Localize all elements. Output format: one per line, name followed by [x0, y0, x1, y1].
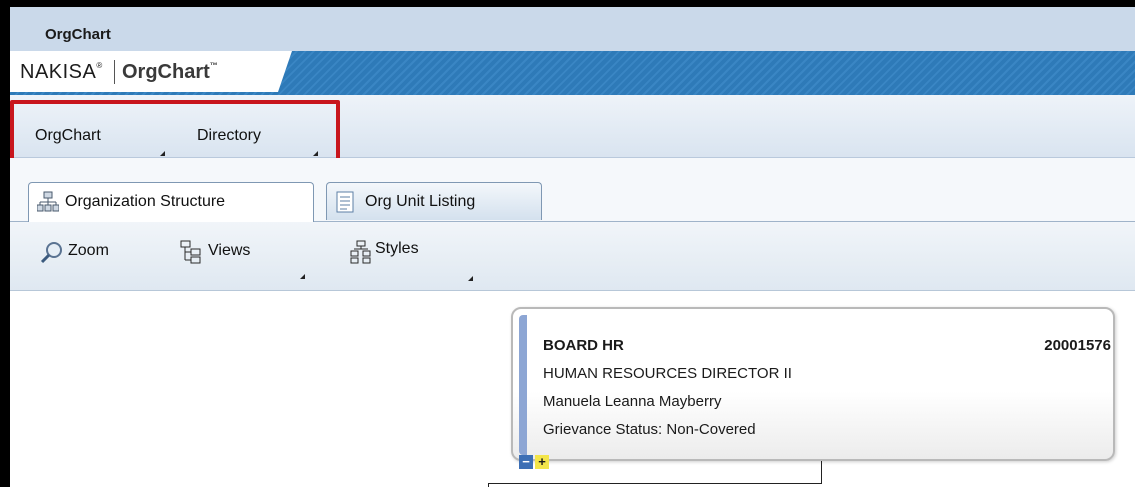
position-title: HUMAN RESOURCES DIRECTOR II: [543, 365, 792, 382]
tab-label: Organization Structure: [65, 193, 226, 210]
document-list-icon: [336, 191, 354, 213]
tree-views-icon[interactable]: [180, 240, 202, 264]
chevron-down-icon[interactable]: [300, 274, 305, 279]
connector-line: [488, 483, 489, 487]
org-structure-icon: [37, 191, 59, 212]
person-name: Manuela Leanna Mayberry: [543, 393, 722, 410]
chevron-down-icon[interactable]: [468, 276, 473, 281]
styles-hierarchy-icon[interactable]: [350, 240, 372, 264]
title-bar: OrgChart: [10, 7, 1135, 51]
expand-button[interactable]: +: [535, 455, 549, 469]
tab-org-unit-listing[interactable]: Org Unit Listing: [326, 182, 542, 220]
tab-strip: Organization Structure Org Unit Listing: [10, 158, 1135, 222]
brand-bar: NAKISA® OrgChart™: [10, 51, 1135, 95]
brand-name: NAKISA: [20, 61, 97, 83]
zoom-button[interactable]: Zoom: [68, 242, 109, 260]
tab-organization-structure[interactable]: Organization Structure: [28, 182, 314, 222]
brand-logo: NAKISA® OrgChart™: [10, 51, 292, 92]
registered-mark: ®: [96, 61, 103, 70]
grievance-status: Grievance Status: Non-Covered: [543, 421, 756, 438]
tab-label: Org Unit Listing: [365, 193, 476, 210]
card-accent-bar: [519, 315, 527, 455]
app-window: OrgChart NAKISA® OrgChart™ OrgChart Dire…: [0, 0, 1135, 487]
styles-button[interactable]: Styles: [375, 240, 419, 258]
connector-line: [821, 461, 822, 483]
logo-divider: [114, 60, 115, 84]
chart-toolbar: Zoom Views Styles: [10, 222, 1135, 291]
org-chart-canvas[interactable]: BOARD HR 20001576 HUMAN RESOURCES DIRECT…: [10, 291, 1135, 487]
collapse-button[interactable]: −: [519, 455, 533, 469]
trademark-mark: ™: [209, 61, 218, 70]
menu-highlight-box: [10, 100, 340, 162]
org-unit-id: 20001576: [1044, 337, 1111, 354]
magnifier-icon[interactable]: [40, 240, 64, 264]
views-button[interactable]: Views: [208, 242, 250, 260]
org-unit-name: BOARD HR: [543, 337, 624, 354]
brand-product: OrgChart: [122, 61, 210, 83]
window-title: OrgChart: [45, 26, 111, 43]
org-unit-card[interactable]: BOARD HR 20001576 HUMAN RESOURCES DIRECT…: [511, 307, 1115, 469]
connector-line: [488, 483, 822, 484]
